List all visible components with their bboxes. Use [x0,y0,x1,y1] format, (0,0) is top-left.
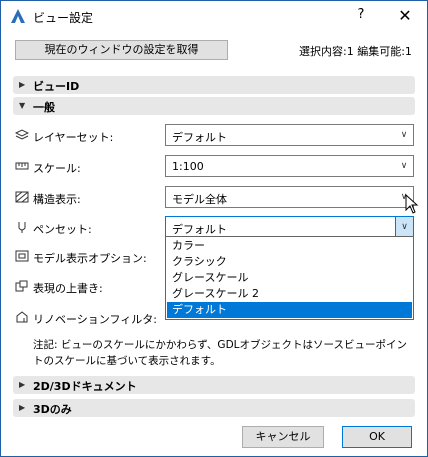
chevron-down-icon: ∨ [400,130,408,140]
scale-value: 1:100 [172,160,204,173]
pen-set-dropdown[interactable]: デフォルト ∨ [165,216,414,238]
pen-set-option[interactable]: グレースケール [167,270,412,286]
section-2d3d-document[interactable]: ▶ 2D/3Dドキュメント [13,376,415,394]
selection-info: 選択内容:1 編集可能:1 [299,45,412,58]
layer-set-label: レイヤーセット: [33,131,114,144]
structure-display-label: 構造表示: [33,193,81,206]
layer-set-value: デフォルト [172,131,227,144]
chevron-down-icon[interactable]: ∨ [395,217,413,237]
archicad-app-icon [9,7,27,25]
section-3d-only-label: 3Dのみ [33,403,72,416]
ok-button[interactable]: OK [342,426,412,448]
section-general[interactable]: ▼ 一般 [13,97,415,115]
override-icon [15,280,28,292]
pen-set-dropdown-list: カラー クラシック グレースケール グレースケール 2 デフォルト [165,236,414,320]
expand-arrow-icon: ▶ [19,380,26,389]
pen-icon [18,222,26,233]
structure-display-dropdown[interactable]: モデル全体 ∨ [165,186,414,208]
structure-icon [15,191,29,203]
title-bar[interactable]: ビュー設定 ? ✕ [1,1,427,31]
scale-label: スケール: [33,162,81,175]
dialog-title: ビュー設定 [33,11,94,25]
expand-arrow-icon: ▶ [19,403,26,412]
renovation-icon [16,311,28,323]
pen-set-option[interactable]: クラシック [167,254,412,270]
pen-set-option-selected[interactable]: デフォルト [167,302,412,318]
section-2d3d-document-label: 2D/3Dドキュメント [33,380,137,393]
help-button[interactable]: ? [351,7,371,25]
view-settings-dialog: ビュー設定 ? ✕ 現在のウィンドウの設定を取得 選択内容:1 編集可能:1 ▶… [0,0,428,457]
collapse-arrow-icon: ▼ [19,101,26,110]
layer-set-dropdown[interactable]: デフォルト ∨ [165,124,414,146]
layers-icon [15,129,29,140]
model-display-options-label: モデル表示オプション: [33,252,147,265]
cancel-button[interactable]: キャンセル [242,426,324,448]
pen-set-option[interactable]: カラー [167,238,412,254]
mouse-cursor-icon [405,194,419,214]
get-current-window-settings-button[interactable]: 現在のウィンドウの設定を取得 [15,40,228,60]
model-display-icon [15,250,29,262]
chevron-down-icon: ∨ [400,161,408,171]
section-view-id-label: ビューID [33,80,80,93]
pen-set-option[interactable]: グレースケール 2 [167,286,412,302]
section-general-label: 一般 [33,101,55,114]
ruler-icon [15,162,29,170]
pen-set-label: ペンセット: [33,223,92,236]
scale-dropdown[interactable]: 1:100 ∨ [165,155,414,177]
section-view-id[interactable]: ▶ ビューID [13,76,415,94]
pen-set-value: デフォルト [172,223,227,236]
renovation-filter-label: リノベーションフィルタ: [33,313,157,326]
graphic-override-label: 表現の上書き: [33,282,103,295]
structure-display-value: モデル全体 [172,193,227,206]
section-3d-only[interactable]: ▶ 3Dのみ [13,399,415,417]
close-button[interactable]: ✕ [393,5,417,27]
note-text: 注記: ビューのスケールにかかわらず、GDLオブジェクトはソースビューポイントの… [33,339,407,367]
dialog-content: 現在のウィンドウの設定を取得 選択内容:1 編集可能:1 ▶ ビューID ▼ 一… [1,31,427,456]
expand-arrow-icon: ▶ [19,80,26,89]
